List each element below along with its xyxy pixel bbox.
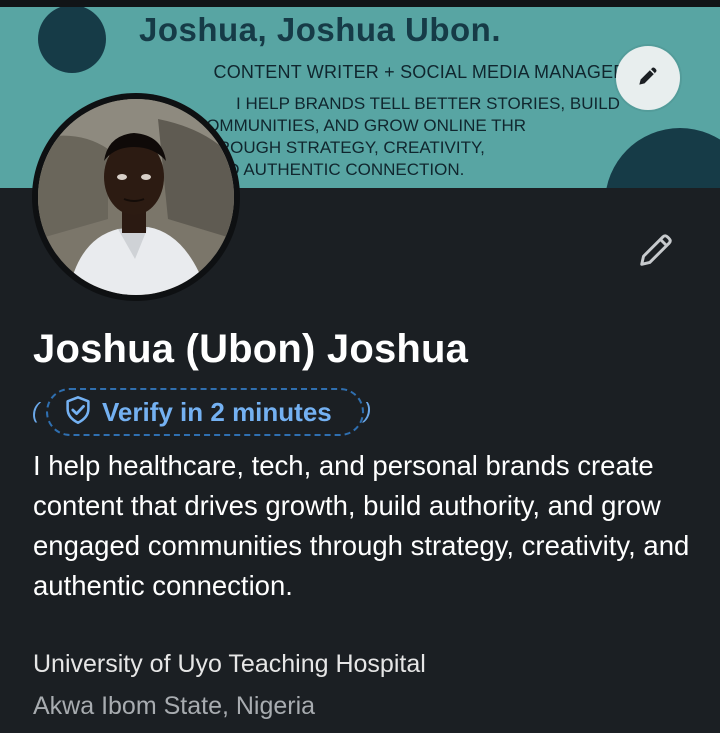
profile-photo <box>38 99 234 295</box>
pencil-icon <box>635 63 661 94</box>
edit-banner-button[interactable] <box>616 46 680 110</box>
profile-location: Akwa Ibom State, Nigeria <box>33 692 316 720</box>
profile-name: Joshua (Ubon) Joshua <box>33 327 469 371</box>
profile-headline: I help healthcare, tech, and personal br… <box>33 450 690 601</box>
top-bar <box>0 0 720 7</box>
edit-profile-button[interactable] <box>628 224 684 280</box>
profile-institution[interactable]: University of Uyo Teaching Hospital <box>33 650 426 679</box>
verify-decoration: ( <box>32 398 40 423</box>
verify-decoration: ) <box>364 398 372 423</box>
shield-check-icon <box>64 395 92 430</box>
verify-container: ( Verify in 2 minutes ) <box>32 386 374 438</box>
pencil-icon <box>634 228 678 277</box>
avatar[interactable] <box>32 93 240 301</box>
verify-button[interactable]: Verify in 2 minutes <box>46 388 364 436</box>
verify-button-label: Verify in 2 minutes <box>102 396 332 427</box>
banner-subtitle: CONTENT WRITER + SOCIAL MEDIA MANAGER <box>213 62 627 82</box>
banner-title: Joshua, Joshua Ubon. <box>138 11 502 48</box>
